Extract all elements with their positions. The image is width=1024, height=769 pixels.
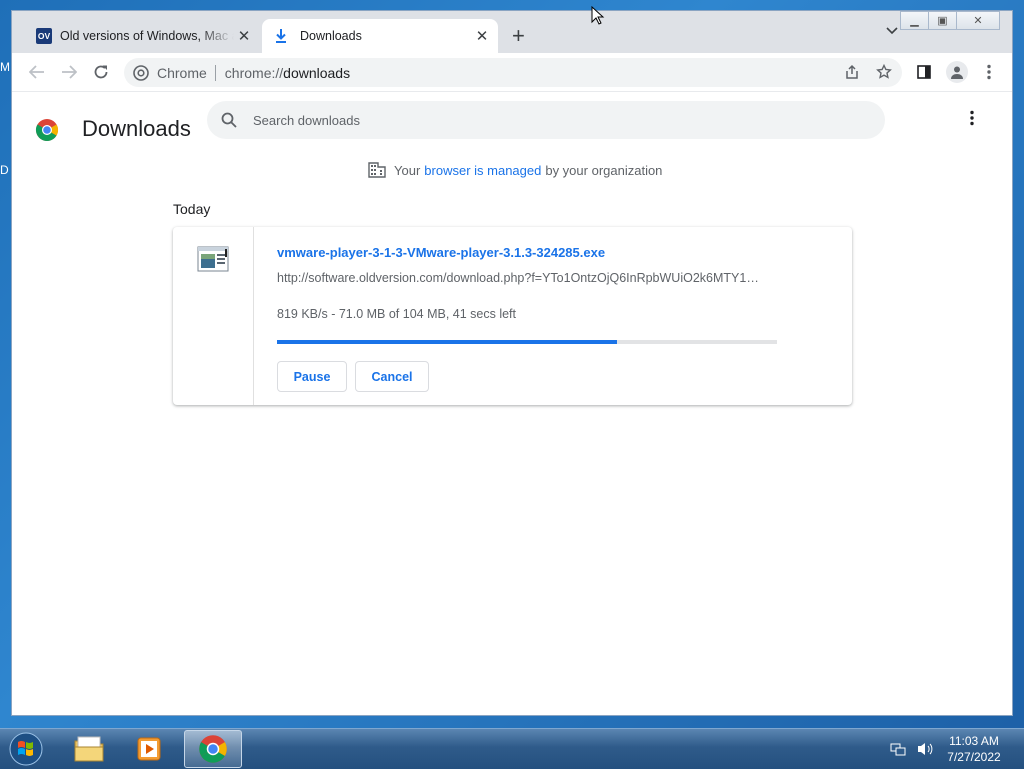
share-icon [846,64,858,79]
side-panel-icon [917,65,931,79]
back-button[interactable] [27,62,47,82]
desktop-icon-label: D [0,163,9,177]
browser-window: OV Old versions of Windows, Mac and ✕ Do… [11,10,1013,716]
cancel-button[interactable]: Cancel [355,361,429,392]
date-section-header: Today [173,201,211,217]
download-progress-bar [277,340,777,344]
browser-toolbar: Chrome chrome://downloads [12,53,1012,92]
tab-oldversion[interactable]: OV Old versions of Windows, Mac and ✕ [30,19,260,53]
download-status-text: 819 KB/s - 71.0 MB of 104 MB, 41 secs le… [277,307,517,321]
browser-managed-link[interactable]: browser is managed [424,163,541,178]
managed-suffix: by your organization [545,162,663,178]
clock-date: 7/27/2022 [947,750,1001,764]
network-icon[interactable] [890,741,906,757]
tab-strip: OV Old versions of Windows, Mac and ✕ Do… [12,11,1012,53]
managed-notice: Your browser is managed by your organiza… [368,162,662,178]
chevron-down-icon[interactable] [886,27,898,35]
search-downloads-box[interactable] [207,101,885,139]
taskbar-explorer[interactable] [60,730,118,768]
tab-downloads[interactable]: Downloads ✕ [262,19,498,53]
folder-icon [74,736,104,762]
taskbar-clock[interactable]: 11:03 AM 7/27/2022 [936,733,1012,765]
executable-file-icon [197,246,229,272]
volume-icon[interactable] [916,741,934,757]
chrome-taskbar-icon [199,735,227,763]
chrome-logo-icon [36,119,58,141]
avatar-icon [951,66,963,79]
address-bar[interactable]: Chrome chrome://downloads [124,58,902,87]
mouse-cursor-icon [591,6,605,25]
profile-button[interactable] [946,61,968,83]
share-button[interactable] [842,62,862,82]
new-tab-button[interactable]: + [512,25,525,47]
reload-icon [94,65,108,79]
url-scheme: chrome:// [224,64,284,81]
forward-button[interactable] [59,62,79,82]
file-icon-column [173,227,254,405]
omnibox-chip-label: Chrome [157,64,207,81]
desktop-icon-label: M [0,60,10,74]
forward-arrow-icon [62,65,77,79]
bookmark-button[interactable] [874,62,894,82]
side-panel-button[interactable] [914,62,934,82]
close-tab-icon[interactable]: ✕ [234,27,254,45]
managed-prefix: Your [394,162,421,178]
chrome-page-icon [133,64,149,81]
download-progress-fill [277,340,617,344]
download-source-url: http://software.oldversion.com/download.… [277,271,759,285]
building-icon [368,162,386,178]
download-item-card: vmware-player-3-1-3-VMware-player-3.1.3-… [173,227,852,405]
chrome-menu-button[interactable] [979,62,999,82]
close-window-button[interactable]: ✕ [956,11,1000,30]
back-arrow-icon [29,65,44,79]
download-icon [276,29,286,43]
windows-taskbar: 11:03 AM 7/27/2022 [0,728,1024,769]
tab-title: Downloads [300,29,362,43]
search-icon [221,112,237,128]
download-file-name-link[interactable]: vmware-player-3-1-3-VMware-player-3.1.3-… [277,245,605,260]
reload-button[interactable] [91,62,111,82]
more-vert-icon [987,64,991,80]
media-player-icon [137,737,161,761]
oldversion-favicon-icon: OV [36,28,52,44]
more-actions-icon[interactable] [970,110,974,126]
system-tray [890,741,934,757]
pause-button[interactable]: Pause [277,361,347,392]
tab-title: Old versions of Windows, Mac and [60,29,234,43]
start-orb-icon[interactable] [6,731,46,767]
downloads-page: Downloads Your browser is managed by you… [12,92,1012,715]
window-controls: ▁ ▣ ✕ [900,11,1000,30]
page-title: Downloads [82,116,191,141]
clock-time: 11:03 AM [949,734,999,748]
omnibox-divider [214,64,216,81]
restore-button[interactable]: ▣ [928,11,957,30]
taskbar-media-player[interactable] [120,730,178,768]
minimize-button[interactable]: ▁ [900,11,929,30]
star-icon [876,64,892,79]
close-tab-icon[interactable]: ✕ [472,27,492,45]
url-host: downloads [283,64,351,81]
search-input[interactable] [251,111,815,129]
taskbar-chrome[interactable] [184,730,242,768]
